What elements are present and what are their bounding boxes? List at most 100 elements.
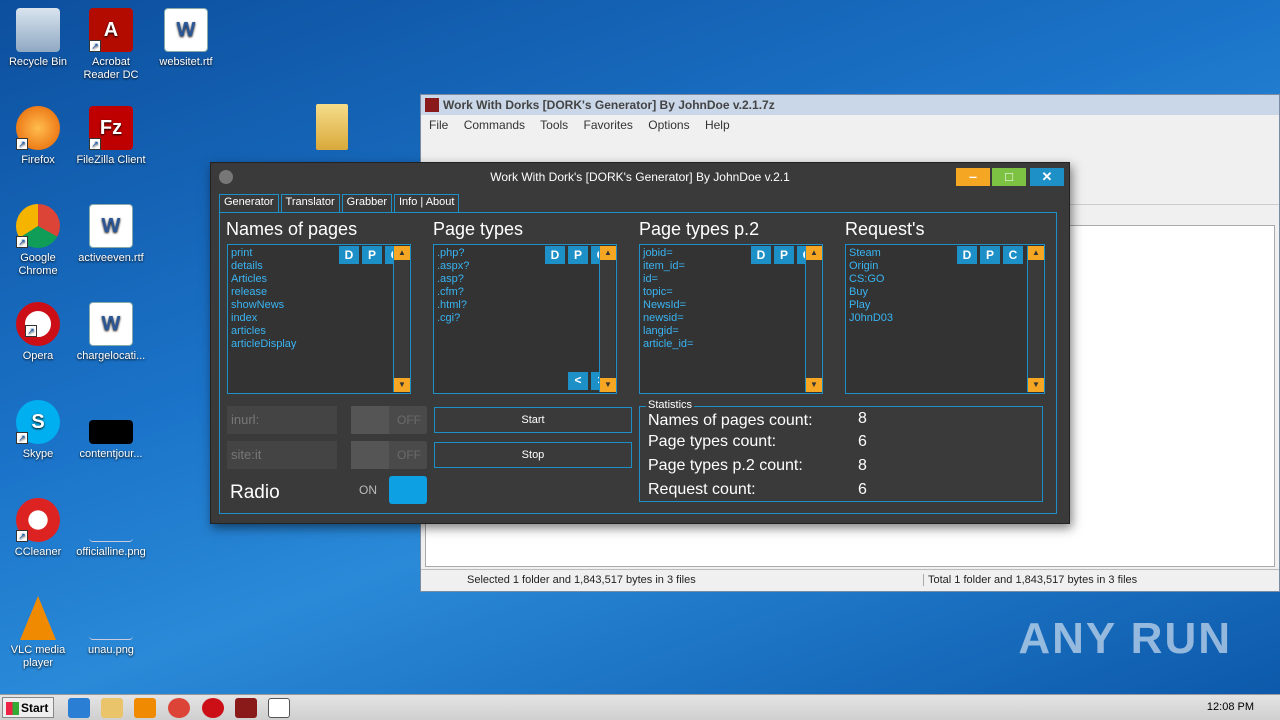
desktop-icon-vlc[interactable]: VLC media player bbox=[0, 596, 76, 670]
archive-titlebar[interactable]: Work With Dorks [DORK's Generator] By Jo… bbox=[421, 95, 1279, 115]
desktop-icon-chargelocati[interactable]: W chargelocati... bbox=[73, 302, 149, 363]
desktop-icon-skype[interactable]: S ↗ Skype bbox=[0, 400, 76, 461]
scroll-up-icon[interactable]: ▲ bbox=[394, 246, 410, 260]
p-button[interactable]: P bbox=[980, 246, 1000, 264]
list-item[interactable]: print bbox=[231, 247, 296, 260]
list-item[interactable]: release bbox=[231, 286, 296, 299]
tab-generator[interactable]: Generator bbox=[219, 194, 279, 212]
list-item[interactable]: item_id= bbox=[643, 260, 693, 273]
list-item[interactable]: .cgi? bbox=[437, 312, 469, 325]
menu-help[interactable]: Help bbox=[705, 118, 730, 132]
media-player-icon[interactable] bbox=[134, 698, 156, 718]
c-button[interactable]: C bbox=[1003, 246, 1023, 264]
scrollbar[interactable]: ▲ ▼ bbox=[393, 246, 410, 392]
list-item[interactable]: .asp? bbox=[437, 273, 469, 286]
list-item[interactable]: .cfm? bbox=[437, 286, 469, 299]
scroll-up-icon[interactable]: ▲ bbox=[806, 246, 822, 260]
page-types-p2-list[interactable]: jobid= item_id= id= topic= NewsId= newsi… bbox=[639, 244, 823, 394]
page-types-list[interactable]: .php? .aspx? .asp? .cfm? .html? .cgi? D … bbox=[433, 244, 617, 394]
menu-favorites[interactable]: Favorites bbox=[584, 118, 633, 132]
scrollbar[interactable]: ▲ ▼ bbox=[599, 246, 616, 392]
prev-button[interactable]: < bbox=[568, 372, 588, 390]
tab-grabber[interactable]: Grabber bbox=[341, 194, 392, 212]
chrome-icon[interactable] bbox=[168, 698, 190, 718]
list-item[interactable]: CS:GO bbox=[849, 273, 893, 286]
list-item[interactable]: Play bbox=[849, 299, 893, 312]
list-item[interactable]: .aspx? bbox=[437, 260, 469, 273]
list-item[interactable]: article_id= bbox=[643, 338, 693, 351]
p-button[interactable]: P bbox=[362, 246, 382, 264]
folder-icon[interactable] bbox=[316, 104, 348, 150]
list-item[interactable]: langid= bbox=[643, 325, 693, 338]
desktop-icon-firefox[interactable]: ↗ Firefox bbox=[0, 106, 76, 167]
list-item[interactable]: id= bbox=[643, 273, 693, 286]
list-item[interactable]: J0hnD03 bbox=[849, 312, 893, 325]
list-item[interactable]: Buy bbox=[849, 286, 893, 299]
ie-icon[interactable] bbox=[68, 698, 90, 718]
desktop-icon-filezilla[interactable]: Fz ↗ FileZilla Client bbox=[73, 106, 149, 167]
inurl-toggle[interactable]: OFF bbox=[351, 406, 427, 434]
dork-generator-window[interactable]: Work With Dork's [DORK's Generator] By J… bbox=[210, 162, 1070, 524]
desktop-icon-chrome[interactable]: ↗ Google Chrome bbox=[0, 204, 76, 278]
start-button[interactable]: Start bbox=[434, 407, 632, 433]
list-item[interactable]: .html? bbox=[437, 299, 469, 312]
winrar-icon[interactable] bbox=[235, 698, 257, 718]
list-item[interactable]: topic= bbox=[643, 286, 693, 299]
explorer-icon[interactable] bbox=[101, 698, 123, 718]
start-button[interactable]: Start bbox=[2, 697, 54, 718]
desktop-icon-websitet[interactable]: W websitet.rtf bbox=[148, 8, 224, 69]
scroll-up-icon[interactable]: ▲ bbox=[600, 246, 616, 260]
names-of-pages-list[interactable]: print details Articles release showNews … bbox=[227, 244, 411, 394]
minimize-button[interactable]: ‒ bbox=[956, 168, 990, 186]
list-item[interactable]: articleDisplay bbox=[231, 338, 296, 351]
menu-commands[interactable]: Commands bbox=[464, 118, 525, 132]
desktop-icon-acrobat[interactable]: A ↗ Acrobat Reader DC bbox=[73, 8, 149, 82]
list-item[interactable]: Steam bbox=[849, 247, 893, 260]
scroll-down-icon[interactable]: ▼ bbox=[806, 378, 822, 392]
maximize-button[interactable]: □ bbox=[992, 168, 1026, 186]
list-item[interactable]: .php? bbox=[437, 247, 469, 260]
menu-options[interactable]: Options bbox=[648, 118, 689, 132]
list-item[interactable]: newsid= bbox=[643, 312, 693, 325]
scroll-down-icon[interactable]: ▼ bbox=[394, 378, 410, 392]
list-item[interactable]: details bbox=[231, 260, 296, 273]
list-item[interactable]: showNews bbox=[231, 299, 296, 312]
list-item[interactable]: index bbox=[231, 312, 296, 325]
desktop-icon-contentjour[interactable]: contentjour... bbox=[73, 400, 149, 461]
stop-button[interactable]: Stop bbox=[434, 442, 632, 468]
p-button[interactable]: P bbox=[568, 246, 588, 264]
desktop-icon-activeeven[interactable]: W activeeven.rtf bbox=[73, 204, 149, 265]
desktop-icon-recycle-bin[interactable]: Recycle Bin bbox=[0, 8, 76, 69]
dork-generator-taskbar-icon[interactable] bbox=[268, 698, 290, 718]
d-button[interactable]: D bbox=[339, 246, 359, 264]
opera-icon[interactable] bbox=[202, 698, 224, 718]
menu-tools[interactable]: Tools bbox=[540, 118, 568, 132]
p-button[interactable]: P bbox=[774, 246, 794, 264]
desktop-icon-officialline[interactable]: officialline.png bbox=[73, 498, 149, 559]
site-field[interactable]: site:it bbox=[227, 441, 337, 469]
d-button[interactable]: D bbox=[545, 246, 565, 264]
radio-toggle[interactable]: ON bbox=[351, 476, 427, 504]
list-item[interactable]: Articles bbox=[231, 273, 296, 286]
tab-translator[interactable]: Translator bbox=[280, 194, 340, 212]
scroll-down-icon[interactable]: ▼ bbox=[600, 378, 616, 392]
scrollbar[interactable]: ▲ ▼ bbox=[805, 246, 822, 392]
requests-list[interactable]: Steam Origin CS:GO Buy Play J0hnD03 D P … bbox=[845, 244, 1045, 394]
d-button[interactable]: D bbox=[751, 246, 771, 264]
tab-info-about[interactable]: Info | About bbox=[394, 194, 460, 212]
list-item[interactable]: jobid= bbox=[643, 247, 693, 260]
clock[interactable]: 12:08 PM bbox=[1207, 701, 1254, 713]
scrollbar[interactable]: ▲ ▼ bbox=[1027, 246, 1044, 392]
desktop-icon-opera[interactable]: ↗ Opera bbox=[0, 302, 76, 363]
site-toggle[interactable]: OFF bbox=[351, 441, 427, 469]
list-item[interactable]: Origin bbox=[849, 260, 893, 273]
inurl-field[interactable]: inurl: bbox=[227, 406, 337, 434]
menu-file[interactable]: File bbox=[429, 118, 448, 132]
d-button[interactable]: D bbox=[957, 246, 977, 264]
list-item[interactable]: articles bbox=[231, 325, 296, 338]
list-item[interactable]: NewsId= bbox=[643, 299, 693, 312]
desktop-icon-ccleaner[interactable]: ↗ CCleaner bbox=[0, 498, 76, 559]
close-button[interactable]: ✕ bbox=[1030, 168, 1064, 186]
scroll-down-icon[interactable]: ▼ bbox=[1028, 378, 1044, 392]
scroll-up-icon[interactable]: ▲ bbox=[1028, 246, 1044, 260]
